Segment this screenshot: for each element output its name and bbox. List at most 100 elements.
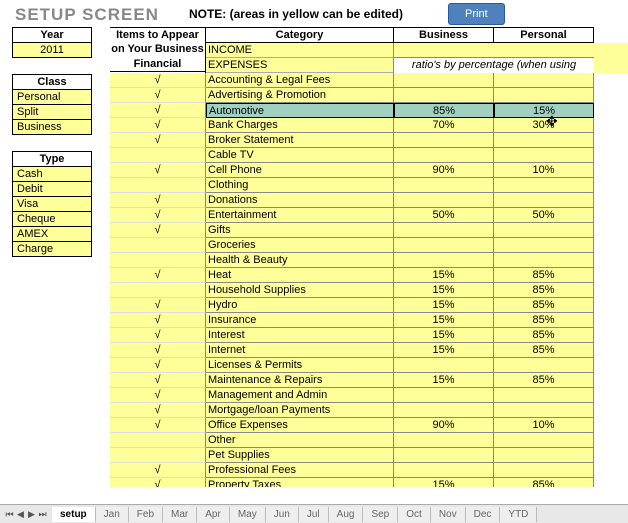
business-pct-cell[interactable]: 50%: [394, 208, 494, 223]
check-cell[interactable]: [110, 178, 206, 193]
category-cell[interactable]: Pet Supplies: [206, 448, 394, 463]
category-cell[interactable]: Clothing: [206, 178, 394, 193]
check-cell[interactable]: √: [110, 193, 206, 208]
category-cell[interactable]: Broker Statement: [206, 133, 394, 148]
sheet-tab[interactable]: Feb: [129, 507, 163, 522]
check-cell[interactable]: √: [110, 268, 206, 283]
tab-nav-prev-icon[interactable]: ◀: [15, 508, 26, 520]
check-cell[interactable]: [110, 448, 206, 463]
personal-pct-cell[interactable]: [494, 448, 594, 463]
check-cell[interactable]: [110, 238, 206, 253]
category-cell[interactable]: Heat: [206, 268, 394, 283]
personal-pct-cell[interactable]: 10%: [494, 163, 594, 178]
personal-pct-cell[interactable]: [494, 253, 594, 268]
business-pct-cell[interactable]: [394, 238, 494, 253]
business-pct-cell[interactable]: 15%: [394, 343, 494, 358]
personal-pct-cell[interactable]: 85%: [494, 373, 594, 388]
business-pct-cell[interactable]: [394, 448, 494, 463]
class-cell[interactable]: Split: [13, 105, 92, 120]
sheet-tab[interactable]: Aug: [329, 507, 364, 522]
check-cell[interactable]: √: [110, 298, 206, 313]
business-pct-cell[interactable]: [394, 88, 494, 103]
sheet-tab[interactable]: Dec: [466, 507, 501, 522]
category-cell[interactable]: Professional Fees: [206, 463, 394, 478]
check-cell[interactable]: √: [110, 388, 206, 403]
check-cell[interactable]: √: [110, 403, 206, 418]
category-cell[interactable]: Bank Charges: [206, 118, 394, 133]
personal-pct-cell[interactable]: [494, 358, 594, 373]
tab-nav-next-icon[interactable]: ▶: [26, 508, 37, 520]
category-cell[interactable]: Groceries: [206, 238, 394, 253]
personal-pct-cell[interactable]: 30%: [494, 118, 594, 133]
personal-pct-cell[interactable]: 85%: [494, 283, 594, 298]
category-cell[interactable]: Entertainment: [206, 208, 394, 223]
category-cell[interactable]: Accounting & Legal Fees: [206, 73, 394, 88]
category-cell[interactable]: Internet: [206, 343, 394, 358]
category-cell[interactable]: Mortgage/loan Payments: [206, 403, 394, 418]
check-cell[interactable]: √: [110, 223, 206, 238]
personal-pct-cell[interactable]: [494, 88, 594, 103]
business-pct-cell[interactable]: [394, 148, 494, 163]
business-pct-cell[interactable]: 15%: [394, 478, 494, 487]
personal-pct-cell[interactable]: 85%: [494, 478, 594, 487]
personal-pct-cell[interactable]: 85%: [494, 268, 594, 283]
sheet-tab[interactable]: YTD: [500, 507, 537, 522]
business-pct-cell[interactable]: 15%: [394, 268, 494, 283]
personal-pct-cell[interactable]: 15%: [494, 103, 594, 118]
personal-pct-cell[interactable]: 85%: [494, 328, 594, 343]
check-cell[interactable]: √: [110, 478, 206, 487]
sheet-tab[interactable]: Apr: [197, 507, 230, 522]
type-cell[interactable]: Debit: [13, 182, 92, 197]
category-cell[interactable]: Management and Admin: [206, 388, 394, 403]
check-cell[interactable]: [110, 253, 206, 268]
business-pct-cell[interactable]: 15%: [394, 328, 494, 343]
class-cell[interactable]: Personal: [13, 90, 92, 105]
business-pct-cell[interactable]: 70%: [394, 118, 494, 133]
business-pct-cell[interactable]: 90%: [394, 418, 494, 433]
class-cell[interactable]: Business: [13, 120, 92, 135]
personal-pct-cell[interactable]: [494, 133, 594, 148]
print-button[interactable]: Print: [448, 3, 505, 25]
personal-pct-cell[interactable]: [494, 148, 594, 163]
check-cell[interactable]: √: [110, 118, 206, 133]
check-cell[interactable]: [110, 433, 206, 448]
business-pct-cell[interactable]: 90%: [394, 163, 494, 178]
category-cell[interactable]: Advertising & Promotion: [206, 88, 394, 103]
business-pct-cell[interactable]: [394, 133, 494, 148]
sheet-tab[interactable]: Sep: [363, 507, 398, 522]
sheet-tab[interactable]: May: [230, 507, 266, 522]
year-value-cell[interactable]: 2011: [13, 43, 92, 58]
category-cell[interactable]: Donations: [206, 193, 394, 208]
category-cell[interactable]: Automotive: [206, 103, 394, 118]
personal-pct-cell[interactable]: 85%: [494, 343, 594, 358]
check-cell[interactable]: [110, 283, 206, 298]
personal-pct-cell[interactable]: [494, 193, 594, 208]
personal-pct-cell[interactable]: 85%: [494, 313, 594, 328]
personal-pct-cell[interactable]: [494, 223, 594, 238]
check-cell[interactable]: √: [110, 313, 206, 328]
category-cell[interactable]: Hydro: [206, 298, 394, 313]
personal-pct-cell[interactable]: [494, 388, 594, 403]
category-cell[interactable]: Maintenance & Repairs: [206, 373, 394, 388]
tab-nav-first-icon[interactable]: ⏮: [4, 508, 15, 520]
category-cell[interactable]: Health & Beauty: [206, 253, 394, 268]
business-pct-cell[interactable]: [394, 463, 494, 478]
check-cell[interactable]: √: [110, 103, 206, 118]
category-cell[interactable]: Household Supplies: [206, 283, 394, 298]
business-pct-cell[interactable]: [394, 178, 494, 193]
personal-pct-cell[interactable]: [494, 403, 594, 418]
check-cell[interactable]: √: [110, 463, 206, 478]
business-pct-cell[interactable]: [394, 193, 494, 208]
category-cell[interactable]: Gifts: [206, 223, 394, 238]
personal-pct-cell[interactable]: [494, 238, 594, 253]
business-pct-cell[interactable]: [394, 73, 494, 88]
tab-nav-last-icon[interactable]: ⏭: [37, 508, 48, 520]
personal-pct-cell[interactable]: 50%: [494, 208, 594, 223]
business-pct-cell[interactable]: 85%: [394, 103, 494, 118]
category-cell[interactable]: Property Taxes: [206, 478, 394, 487]
income-label[interactable]: INCOME: [206, 43, 394, 58]
sheet-tab[interactable]: setup: [52, 507, 96, 522]
expenses-label[interactable]: EXPENSES: [206, 58, 394, 73]
sheet-tab[interactable]: Mar: [163, 507, 197, 522]
category-cell[interactable]: Other: [206, 433, 394, 448]
